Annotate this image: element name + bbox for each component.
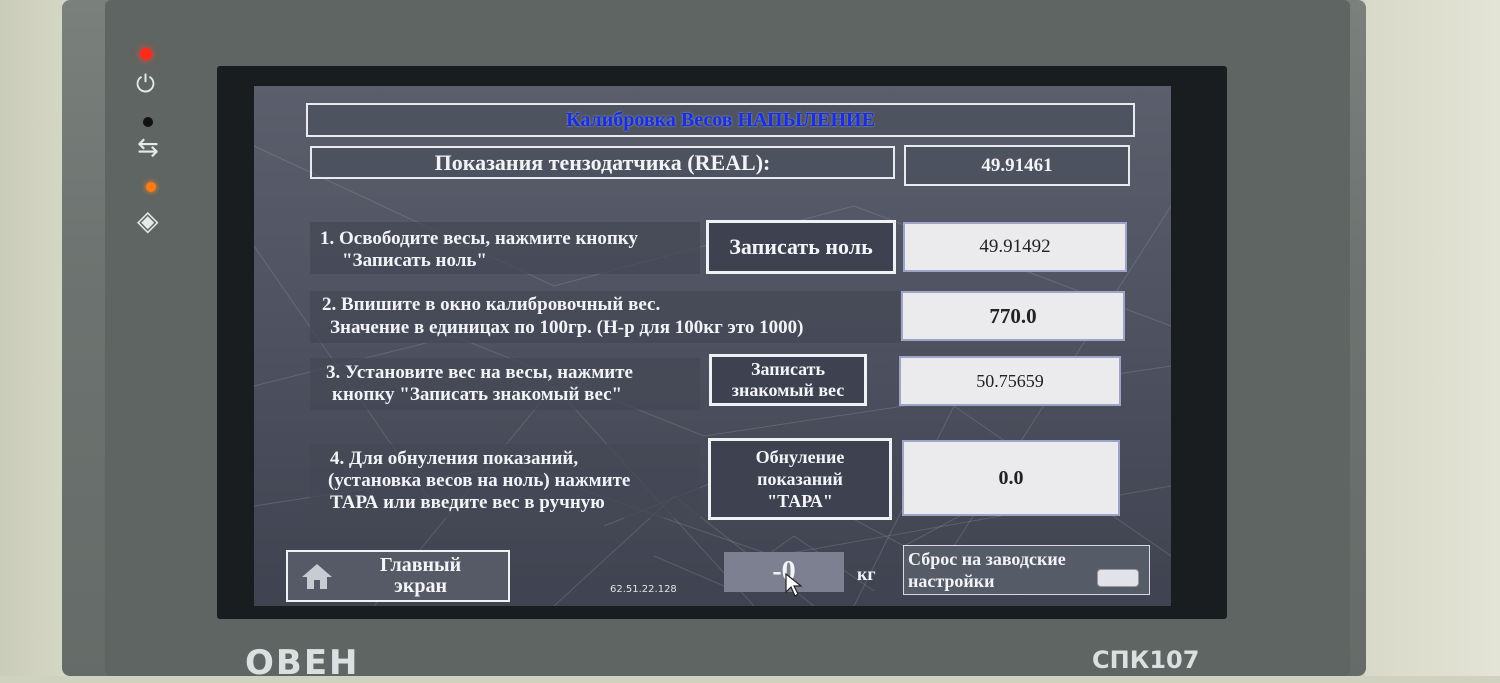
step4-text-line3: ТАРА или введите вес в ручную [330, 492, 605, 513]
power-icon: ⏻ [136, 70, 155, 98]
weight-unit: кг [857, 564, 876, 584]
step4-text-line1: 4. Для обнуления показаний, [330, 448, 579, 469]
diamond-icon: ◈ [137, 204, 159, 237]
step3-text-line1: 3. Установите вес на весы, нажмите [326, 362, 633, 383]
factory-reset-toggle[interactable] [1097, 569, 1139, 587]
step1-text-line2: "Записать ноль" [342, 250, 487, 271]
factory-reset-panel: Сброс на заводские настройки [903, 545, 1150, 595]
factory-reset-label-line1: Сброс на заводские [908, 549, 1066, 569]
calibration-weight-value: 770.0 [989, 303, 1037, 328]
sensor-value: 49.91461 [981, 154, 1053, 176]
home-icon [302, 564, 332, 589]
known-weight-value-field[interactable]: 50.75659 [899, 356, 1121, 406]
transfer-icon: ⇆ [137, 133, 159, 163]
sensor-label-box: Показания тензодатчика (REAL): [310, 146, 895, 179]
hmi-screen: Калибровка Весов НАПЫЛЕНИЕ Показания тен… [254, 86, 1171, 606]
known-weight-value: 50.75659 [976, 370, 1044, 391]
cursor-icon [785, 572, 803, 597]
home-screen-button[interactable]: Главный экран [286, 550, 510, 602]
model-label: СПК107 [1092, 646, 1200, 674]
home-button-label-line2: экран [394, 575, 447, 597]
tare-button-label-line2: показаний [757, 469, 843, 489]
write-known-weight-button[interactable]: Записать знакомый вес [709, 354, 867, 406]
power-led [140, 48, 152, 60]
screen-title-box: Калибровка Весов НАПЫЛЕНИЕ [306, 103, 1135, 137]
sensor-label: Показания тензодатчика (REAL): [434, 149, 771, 175]
step4-text-line2: (установка весов на ноль) нажмите [328, 470, 631, 491]
step2-text-line1: 2. Впишите в окно калибровочный вес. [322, 294, 661, 315]
write-known-weight-label-line1: Записать [750, 359, 826, 379]
activity-led [146, 182, 156, 192]
tare-button[interactable]: Обнуление показаний "ТАРА" [708, 438, 892, 520]
sensor-value-box: 49.91461 [904, 145, 1130, 186]
brand-logo: ОВЕН [245, 643, 360, 683]
wall-right [1365, 0, 1500, 676]
factory-reset-label-line2: настройки [908, 571, 995, 591]
tare-value: 0.0 [998, 466, 1024, 489]
wall-left [0, 0, 70, 676]
tare-button-label-line3: "ТАРА" [767, 491, 833, 511]
status-led [143, 117, 153, 127]
tare-button-label-line1: Обнуление [755, 447, 845, 467]
zero-value-field[interactable]: 49.91492 [903, 222, 1127, 272]
write-known-weight-label-line2: знакомый вес [731, 380, 845, 400]
step3-text-line2: кнопку "Записать знакомый вес" [332, 384, 623, 405]
calibration-weight-input[interactable]: 770.0 [901, 291, 1125, 341]
screen-title: Калибровка Весов НАПЫЛЕНИЕ [566, 109, 875, 131]
tare-value-field[interactable]: 0.0 [902, 440, 1120, 516]
step1-text-line1: 1. Освободите весы, нажмите кнопку [320, 228, 638, 249]
write-zero-button-label: Записать ноль [729, 234, 873, 259]
step2-text-line2: Значение в единицах по 100гр. (Н-р для 1… [330, 317, 804, 338]
device-ip-label: 62.51.22.128 [610, 584, 677, 595]
zero-value: 49.91492 [979, 236, 1051, 257]
home-button-label-line1: Главный [380, 554, 462, 576]
write-zero-button[interactable]: Записать ноль [706, 220, 896, 274]
